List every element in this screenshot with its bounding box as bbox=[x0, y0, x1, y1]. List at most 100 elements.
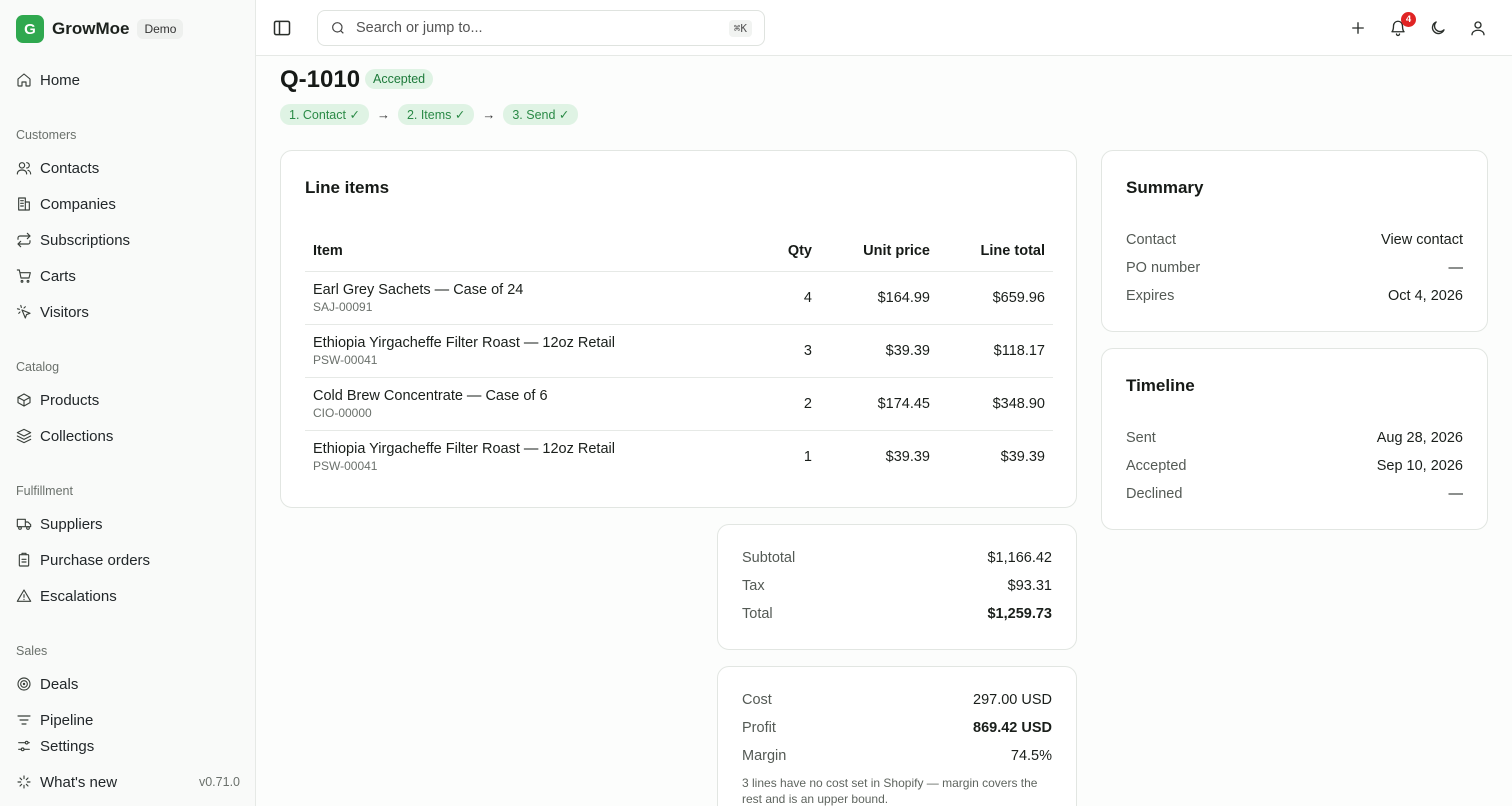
item-unit-price: $39.39 bbox=[820, 324, 938, 378]
app-logo: G bbox=[16, 15, 44, 43]
sidebar-item-visitors[interactable]: Visitors bbox=[16, 298, 244, 326]
clipboard-icon bbox=[16, 552, 32, 568]
line-items-card: Line items Item Qty Unit price Line tota… bbox=[280, 150, 1077, 508]
item-line-total: $118.17 bbox=[938, 324, 1053, 378]
sidebar-item-subscriptions[interactable]: Subscriptions bbox=[16, 226, 244, 254]
cart-icon bbox=[16, 268, 32, 284]
sidebar-item-pipeline[interactable]: Pipeline bbox=[16, 706, 244, 730]
sent-label: Sent bbox=[1126, 430, 1156, 446]
item-qty: 4 bbox=[710, 271, 820, 325]
sidebar-item-label: Carts bbox=[40, 267, 76, 285]
table-row: Ethiopia Yirgacheffe Filter Roast — 12oz… bbox=[305, 324, 1053, 378]
table-row: Earl Grey Sachets — Case of 24 SAJ-00091 … bbox=[305, 271, 1053, 325]
home-icon bbox=[16, 72, 32, 88]
sidebar-item-label: Collections bbox=[40, 427, 114, 445]
step-progress: 1. Contact ✓ → 2. Items ✓ → 3. Send ✓ bbox=[280, 104, 579, 125]
layers-icon bbox=[16, 428, 32, 444]
sidebar-toggle-button[interactable] bbox=[272, 18, 292, 38]
margin-row: Margin 74.5% bbox=[742, 748, 1052, 764]
sidebar-item-collections[interactable]: Collections bbox=[16, 422, 244, 450]
nav-group-fulfillment: Fulfillment bbox=[16, 484, 73, 498]
nav-group-sales: Sales bbox=[16, 644, 48, 658]
total-label: Total bbox=[742, 606, 773, 622]
warning-icon bbox=[16, 588, 32, 604]
repeat-icon bbox=[16, 232, 32, 248]
sidebar-item-label: Pipeline bbox=[40, 711, 94, 729]
brand[interactable]: G GrowMoe Demo bbox=[16, 15, 184, 43]
sidebar-item-label: Products bbox=[40, 391, 100, 409]
pipeline-icon bbox=[16, 712, 32, 728]
status-badge: Accepted bbox=[365, 69, 434, 89]
sidebar-item-label: Deals bbox=[40, 675, 79, 693]
sidebar-item-settings[interactable]: Settings bbox=[16, 732, 244, 760]
profit-label: Profit bbox=[742, 720, 776, 736]
cost-value: 297.00 USD bbox=[973, 692, 1052, 708]
sidebar: G GrowMoe Demo Home Customers Contacts C… bbox=[0, 0, 256, 806]
topbar: ⌘K 4 bbox=[256, 0, 1512, 56]
accepted-label: Accepted bbox=[1126, 458, 1187, 474]
table-row: Cold Brew Concentrate — Case of 6 CIO-000… bbox=[305, 377, 1053, 431]
item-line-total: $348.90 bbox=[938, 377, 1053, 431]
tax-row: Tax $93.31 bbox=[742, 578, 1052, 594]
item-line-total: $659.96 bbox=[938, 271, 1053, 325]
subtotal-row: Subtotal $1,166.42 bbox=[742, 550, 1052, 566]
view-contact-link[interactable]: View contact bbox=[1381, 232, 1463, 248]
step-items[interactable]: 2. Items ✓ bbox=[397, 104, 475, 125]
sidebar-item-label: Home bbox=[40, 71, 81, 89]
item-unit-price: $164.99 bbox=[820, 271, 938, 325]
target-icon bbox=[16, 676, 32, 692]
contact-label: Contact bbox=[1126, 232, 1176, 248]
expires-value: Oct 4, 2026 bbox=[1388, 288, 1463, 304]
item-name: Earl Grey Sachets — Case of 24 bbox=[313, 281, 524, 298]
moon-icon bbox=[1431, 21, 1445, 35]
account-button[interactable] bbox=[1467, 17, 1489, 39]
accepted-row: Accepted Sep 10, 2026 bbox=[1126, 458, 1463, 474]
item-unit-price: $39.39 bbox=[885, 448, 930, 465]
sidebar-item-whats-new[interactable]: What's new v0.71.0 bbox=[16, 768, 244, 796]
contact-row: Contact View contact bbox=[1126, 232, 1463, 248]
plus-icon bbox=[1352, 22, 1364, 34]
notification-count-badge: 4 bbox=[1401, 12, 1416, 27]
sidebar-item-escalations[interactable]: Escalations bbox=[16, 582, 244, 610]
sidebar-toggle-icon bbox=[273, 20, 291, 36]
summary-card: Summary Contact View contact PO number —… bbox=[1101, 150, 1488, 332]
sidebar-item-products[interactable]: Products bbox=[16, 386, 244, 414]
item-sku: SAJ-00091 bbox=[313, 299, 373, 314]
notifications-button[interactable]: 4 bbox=[1387, 12, 1416, 39]
theme-toggle-button[interactable] bbox=[1427, 17, 1449, 39]
sidebar-item-contacts[interactable]: Contacts bbox=[16, 154, 244, 182]
sparkle-icon bbox=[16, 774, 32, 790]
sidebar-item-home[interactable]: Home bbox=[16, 66, 244, 94]
sidebar-nav[interactable]: G GrowMoe Demo Home Customers Contacts C… bbox=[0, 0, 255, 730]
step-arrow: → bbox=[376, 107, 390, 122]
search-shortcut: ⌘K bbox=[728, 19, 752, 37]
users-icon bbox=[16, 160, 32, 176]
sliders-icon bbox=[16, 738, 32, 754]
search-box[interactable]: ⌘K bbox=[317, 10, 765, 46]
column-header-item: Item bbox=[305, 231, 710, 272]
subtotal-value: $1,166.42 bbox=[987, 550, 1052, 566]
item-name: Ethiopia Yirgacheffe Filter Roast — 12oz… bbox=[313, 334, 615, 351]
sidebar-item-companies[interactable]: Companies bbox=[16, 190, 244, 218]
box-icon bbox=[16, 392, 32, 408]
sidebar-item-suppliers[interactable]: Suppliers bbox=[16, 510, 244, 538]
total-value: $1,259.73 bbox=[987, 606, 1052, 622]
pointer-icon bbox=[16, 304, 32, 320]
profit-row: Profit 869.42 USD bbox=[742, 720, 1052, 736]
item-sku: PSW-00041 bbox=[313, 352, 378, 367]
sidebar-item-purchase-orders[interactable]: Purchase orders bbox=[16, 546, 244, 574]
sidebar-item-deals[interactable]: Deals bbox=[16, 670, 244, 698]
card-title: Line items bbox=[305, 178, 390, 197]
page-title: Q-1010 bbox=[280, 66, 361, 93]
building-icon bbox=[16, 196, 32, 212]
add-button[interactable] bbox=[1347, 17, 1369, 39]
search-input[interactable] bbox=[356, 20, 729, 36]
step-contact[interactable]: 1. Contact ✓ bbox=[280, 104, 369, 125]
cost-label: Cost bbox=[742, 692, 772, 708]
line-items-table: Item Qty Unit price Line total Earl Grey… bbox=[305, 231, 1053, 483]
sidebar-item-carts[interactable]: Carts bbox=[16, 262, 244, 290]
tax-value: $93.31 bbox=[1007, 578, 1052, 594]
item-sku: CIO-00000 bbox=[313, 405, 372, 420]
step-send[interactable]: 3. Send ✓ bbox=[503, 104, 579, 125]
po-value: — bbox=[1448, 260, 1464, 276]
